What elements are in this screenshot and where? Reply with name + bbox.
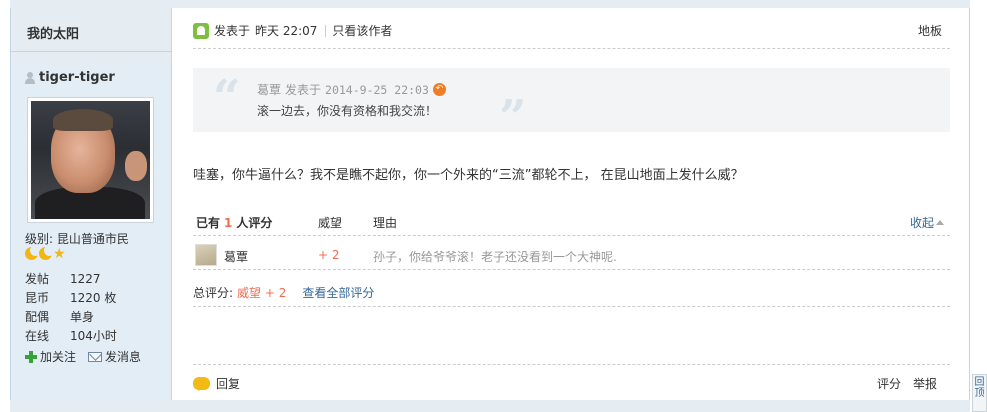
quote-posted-label: 发表于 — [285, 83, 322, 97]
rating-suffix: 人评分 — [236, 216, 273, 230]
rating-count: 已有 1 人评分 — [196, 214, 272, 231]
author-level: 级别: 昆山普通市民 — [25, 230, 129, 247]
follow-button[interactable]: 加关注 — [25, 348, 76, 365]
user-icon — [25, 71, 35, 84]
rate-button[interactable]: 评分 — [877, 375, 901, 392]
rating-count-number: 1 — [224, 216, 233, 230]
rating-total-label: 总评分: — [193, 286, 234, 300]
collapse-label: 收起 — [909, 216, 934, 230]
stat-value: 单身 — [70, 310, 95, 324]
author-username[interactable]: tiger-tiger — [39, 70, 115, 85]
stat-value[interactable]: 1227 — [70, 272, 101, 286]
stat-value: 1220 枚 — [70, 291, 117, 305]
divider — [325, 24, 327, 37]
report-button[interactable]: 举报 — [913, 375, 937, 392]
author-name-row: tiger-tiger — [25, 70, 115, 85]
moon-icon — [25, 245, 41, 260]
rating-reason: 孙子，你给爷爷滚！老子还没看到一个大神呢. — [373, 250, 617, 264]
stat-key: 配偶 — [25, 310, 50, 324]
rating-total-value: 威望 + 2 — [237, 286, 287, 300]
stat-key: 昆币 — [25, 291, 50, 305]
post-header: 发表于 昨天 22:07 只看该作者 — [193, 22, 392, 39]
reply-button[interactable]: 回复 — [193, 375, 240, 392]
stat-value: 104小时 — [70, 329, 117, 343]
plus-icon — [25, 350, 37, 363]
column-weiwang: 威望 — [318, 216, 343, 230]
rating-score: + 2 — [318, 248, 340, 262]
stat-row-coins: 昆币 1220 枚 — [25, 288, 117, 307]
reply-icon — [193, 377, 210, 391]
reply-label: 回复 — [216, 377, 241, 391]
author-avatar-frame[interactable] — [27, 97, 154, 223]
open-quote-icon: “ — [213, 70, 241, 126]
level-label: 级别: — [25, 232, 54, 246]
stat-row-posts: 发帖 1227 — [25, 269, 117, 288]
author-actions: 加关注 发消息 — [25, 348, 141, 365]
rater-avatar[interactable] — [195, 244, 217, 266]
posted-time: 昨天 22:07 — [255, 24, 318, 38]
frame-right-border — [969, 0, 970, 412]
rating-prefix: 已有 — [196, 216, 221, 230]
posted-label: 发表于 — [214, 24, 251, 38]
stat-row-online: 在线 104小时 — [25, 326, 117, 345]
quote-meta: 葛覃 发表于 2014-9-25 22:03 ↶ — [257, 81, 446, 98]
author-stats: 发帖 1227 昆币 1220 枚 配偶 单身 在线 104小时 — [25, 269, 117, 345]
author-only-link[interactable]: 只看该作者 — [332, 22, 392, 39]
online-user-icon — [193, 22, 209, 39]
quote-text: 滚一边去，你没有资格和我交流！ — [257, 104, 438, 118]
close-quote-icon: ” — [499, 90, 527, 146]
follow-label: 加关注 — [40, 350, 77, 364]
avatar-background-face — [125, 151, 147, 181]
floor-number[interactable]: 地板 — [918, 22, 942, 39]
forum-title-bar: 我的太阳 — [11, 8, 171, 52]
rating-header: 已有 1 人评分 威望 理由 收起 — [193, 212, 950, 236]
author-sidebar: 我的太阳 tiger-tiger 级别: 昆山普通市民 ★ 发帖 1227 昆币… — [11, 8, 172, 400]
stat-key: 在线 — [25, 329, 50, 343]
post-body: 哇塞，你牛逼什么？我不是瞧不起你，你一个外来的“三流”都轮不上， 在昆山地面上发… — [193, 168, 744, 183]
collapse-ratings-button[interactable]: 收起 — [910, 214, 944, 231]
divider — [193, 306, 950, 307]
avatar-hair — [53, 109, 113, 131]
divider — [193, 48, 950, 49]
quote-block: “ ” 葛覃 发表于 2014-9-25 22:03 ↶ 滚一边去，你没有资格和… — [193, 68, 950, 146]
quote-time: 2014-9-25 22:03 — [325, 82, 429, 97]
star-icon: ★ — [53, 246, 66, 262]
rating-row: 葛覃 + 2 孙子，你给爷爷滚！老子还没看到一个大神呢. — [193, 242, 950, 270]
rank-icons: ★ — [25, 245, 67, 262]
post-content: 发表于 昨天 22:07 只看该作者 地板 “ ” 葛覃 发表于 2014-9-… — [173, 8, 969, 400]
quote-author: 葛覃 — [257, 83, 282, 97]
post-actions: 评分 举报 — [877, 375, 937, 392]
level-value[interactable]: 昆山普通市民 — [57, 232, 129, 246]
bottom-band — [10, 400, 970, 412]
column-reason: 理由 — [373, 216, 398, 230]
stat-key: 发帖 — [25, 272, 50, 286]
chevron-up-icon — [936, 220, 944, 225]
avatar[interactable] — [31, 101, 150, 219]
send-message-label: 发消息 — [105, 350, 142, 364]
envelope-icon — [88, 351, 103, 362]
send-message-button[interactable]: 发消息 — [88, 348, 141, 365]
back-to-top-button[interactable]: 回顶 — [972, 374, 987, 412]
top-band — [10, 0, 970, 8]
moon-icon — [39, 245, 55, 260]
stat-row-spouse: 配偶 单身 — [25, 307, 117, 326]
rating-total: 总评分: 威望 + 2 查看全部评分 — [193, 284, 374, 301]
rater-name[interactable]: 葛覃 — [224, 248, 248, 265]
jump-to-post-icon[interactable]: ↶ — [432, 83, 446, 96]
divider — [193, 364, 950, 365]
view-all-ratings-link[interactable]: 查看全部评分 — [302, 284, 374, 301]
forum-title[interactable]: 我的太阳 — [27, 23, 79, 42]
